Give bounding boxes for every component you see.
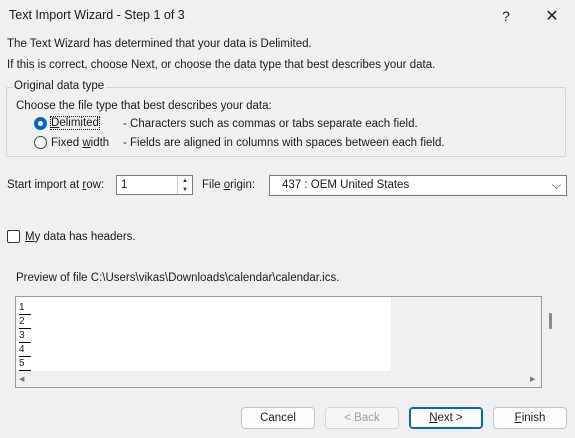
fixed-width-description: - Fields are aligned in columns with spa…	[123, 137, 445, 149]
stepper-buttons: ▲ ▼	[177, 176, 192, 194]
start-import-label: Start import at row:	[7, 179, 104, 191]
next-button[interactable]: Next >	[409, 407, 483, 429]
intro-line-2: If this is correct, choose Next, or choo…	[7, 59, 436, 71]
next-label-rest: ext >	[437, 412, 463, 424]
delimited-description: - Characters such as commas or tabs sepa…	[123, 118, 418, 130]
start-row-stepper[interactable]: 1 ▲ ▼	[116, 175, 193, 195]
start-import-label-rest: ow:	[86, 179, 105, 191]
file-origin-label-rest: rigin:	[230, 179, 256, 191]
scroll-left-icon[interactable]: ◀	[19, 375, 24, 383]
vertical-scrollbar-thumb[interactable]	[549, 313, 552, 329]
file-origin-dropdown[interactable]: 437 : OEM United States ⌵	[269, 175, 567, 196]
preview-row-number: 3	[19, 329, 31, 343]
finish-button[interactable]: Finish	[493, 407, 567, 429]
start-row-value[interactable]: 1	[121, 179, 127, 191]
group-legend: Original data type	[12, 80, 107, 92]
preview-rows: 1 2 3 4 5	[19, 301, 31, 371]
intro-line-1: The Text Wizard has determined that your…	[7, 38, 312, 50]
preview-row-number: 1	[19, 301, 31, 315]
back-button[interactable]: < Back	[325, 407, 399, 429]
preview-row-number: 5	[19, 357, 31, 371]
scroll-right-icon[interactable]: ▶	[530, 375, 535, 383]
headers-checkbox[interactable]	[7, 230, 20, 243]
question-mark-icon: ?	[502, 8, 510, 24]
chevron-down-icon[interactable]: ⌵	[552, 178, 561, 193]
file-origin-label: File origin:	[202, 179, 255, 191]
horizontal-scrollbar[interactable]: ◀ ▶	[16, 374, 541, 387]
preview-row-number: 2	[19, 315, 31, 329]
headers-mnemonic: M	[25, 231, 35, 243]
triangle-down-icon: ▼	[182, 186, 188, 193]
stepper-down-button[interactable]: ▼	[178, 185, 192, 194]
finish-label-rest: inish	[521, 412, 546, 424]
file-type-prompt: Choose the file type that best describes…	[16, 100, 272, 112]
fixed-width-label-rest: idth	[90, 137, 110, 149]
delimited-radio[interactable]	[34, 117, 47, 130]
headers-label[interactable]: My data has headers.	[25, 231, 136, 243]
stepper-up-button[interactable]: ▲	[178, 176, 192, 185]
close-button[interactable]: ✕	[529, 0, 575, 32]
title-bar: Text Import Wizard - Step 1 of 3 ? ✕	[0, 0, 575, 32]
help-button[interactable]: ?	[483, 0, 529, 32]
preview-label: Preview of file C:\Users\vikas\Downloads…	[16, 272, 340, 284]
delimited-label[interactable]: Delimited	[50, 116, 100, 130]
finish-mnemonic: F	[514, 412, 522, 424]
headers-label-rest: y data has headers.	[34, 231, 136, 243]
window-title: Text Import Wizard - Step 1 of 3	[9, 8, 185, 22]
fixed-width-mnemonic: w	[82, 137, 91, 149]
preview-content	[16, 297, 391, 371]
triangle-up-icon: ▲	[182, 177, 188, 184]
delimited-label-rest: elimited	[59, 117, 99, 129]
preview-row-number: 4	[19, 343, 31, 357]
start-import-label-start: Start import at	[7, 179, 83, 191]
file-origin-label-start: File	[202, 179, 224, 191]
cancel-button[interactable]: Cancel	[241, 407, 315, 429]
fixed-width-radio[interactable]	[34, 136, 47, 149]
close-icon: ✕	[545, 8, 559, 25]
fixed-width-label-start: Fixed	[51, 137, 83, 149]
file-origin-value: 437 : OEM United States	[282, 179, 410, 191]
fixed-width-label[interactable]: Fixed width	[51, 137, 109, 149]
next-mnemonic: N	[429, 412, 438, 424]
